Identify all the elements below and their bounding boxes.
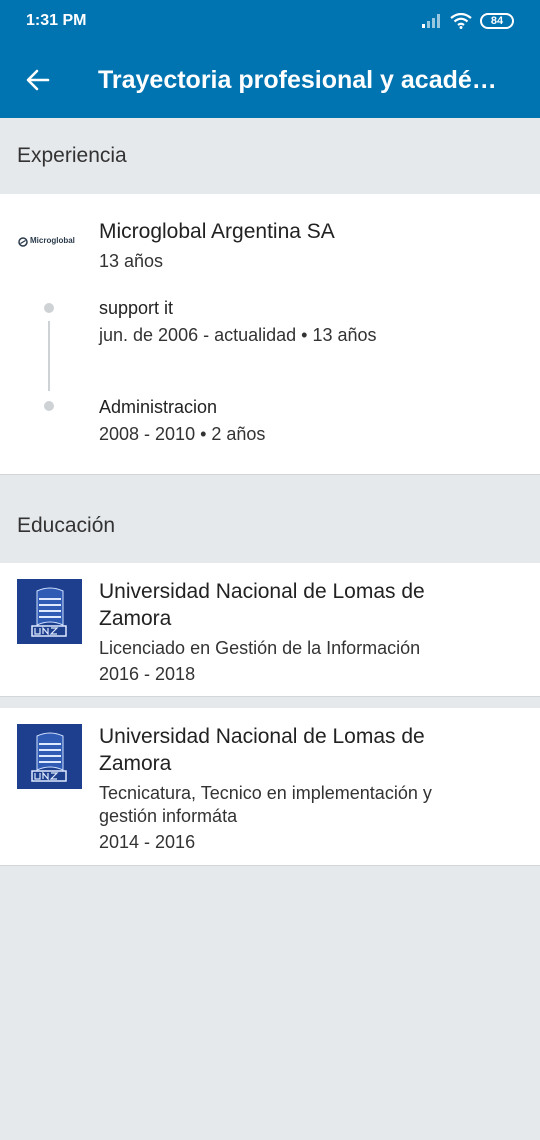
wifi-icon bbox=[450, 13, 472, 29]
status-bar: 1:31 PM 84 bbox=[0, 0, 540, 42]
page-title: Trayectoria profesional y acadé… bbox=[98, 65, 497, 94]
status-time: 1:31 PM bbox=[26, 12, 87, 29]
experience-card[interactable]: Microglobal Microglobal Argentina SA 13 … bbox=[0, 194, 540, 475]
role-title: Administracion bbox=[99, 397, 218, 417]
status-icons: 84 bbox=[422, 13, 514, 29]
unlz-logo bbox=[17, 724, 82, 789]
degree: Tecnicatura, Tecnico en implementación y bbox=[99, 783, 432, 803]
timeline-line bbox=[48, 321, 50, 391]
degree: Licenciado en Gestión de la Información bbox=[99, 638, 421, 658]
signal-icon bbox=[422, 14, 440, 28]
back-arrow-icon bbox=[26, 69, 50, 91]
role-title: support it bbox=[99, 298, 174, 318]
battery-level: 84 bbox=[490, 15, 504, 27]
degree-cont: gestión informáta bbox=[99, 806, 238, 826]
role-dates: jun. de 2006 - actualidad • 13 años bbox=[99, 325, 377, 345]
microglobal-logo-text: Microglobal bbox=[30, 236, 75, 245]
unlz-logo-icon bbox=[17, 579, 82, 644]
battery-icon: 84 bbox=[480, 13, 514, 29]
education-card[interactable]: Universidad Nacional de Lomas de Zamora … bbox=[0, 708, 540, 866]
experience-section-header: Experiencia bbox=[17, 144, 127, 167]
back-button[interactable] bbox=[0, 42, 76, 118]
school-name[interactable]: Universidad Nacional de Lomas de bbox=[99, 723, 425, 750]
education-section-header: Educación bbox=[17, 514, 116, 537]
unlz-logo-icon bbox=[17, 724, 82, 789]
school-name[interactable]: Universidad Nacional de Lomas de bbox=[99, 578, 425, 605]
timeline-dot bbox=[44, 401, 54, 411]
education-dates: 2014 - 2016 bbox=[99, 832, 196, 852]
timeline-dot bbox=[44, 303, 54, 313]
school-name-cont[interactable]: Zamora bbox=[99, 605, 171, 632]
company-duration: 13 años bbox=[99, 251, 164, 271]
app-bar: Trayectoria profesional y acadé… bbox=[0, 42, 540, 118]
unlz-logo bbox=[17, 579, 82, 644]
school-name-cont[interactable]: Zamora bbox=[99, 750, 171, 777]
microglobal-logo: Microglobal bbox=[17, 209, 82, 274]
role-dates: 2008 - 2010 • 2 años bbox=[99, 424, 266, 444]
company-name[interactable]: Microglobal Argentina SA bbox=[99, 218, 335, 245]
education-dates: 2016 - 2018 bbox=[99, 664, 196, 684]
education-card[interactable]: Universidad Nacional de Lomas de Zamora … bbox=[0, 563, 540, 697]
